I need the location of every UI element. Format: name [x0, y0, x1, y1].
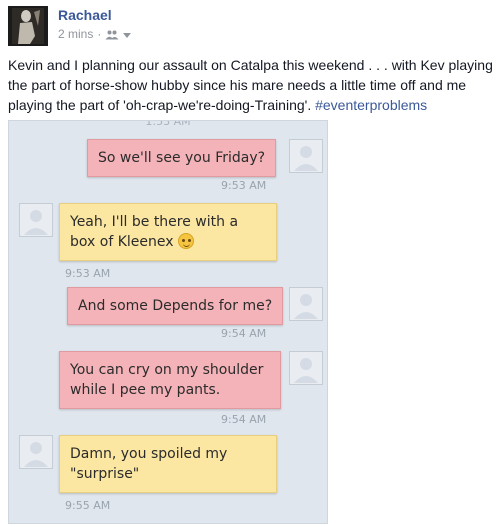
cut-off-timestamp: 1:53 AM: [145, 120, 191, 128]
message-text: So we'll see you Friday?: [98, 150, 266, 166]
message-text: And some Depends for me?: [78, 298, 273, 314]
author-avatar[interactable]: [8, 6, 48, 46]
post-body: Kevin and I planning our assault on Cata…: [8, 55, 496, 115]
message-bubble-outgoing: So we'll see you Friday?: [87, 139, 277, 177]
message-bubble-outgoing: And some Depends for me?: [67, 287, 284, 325]
hashtag-link[interactable]: #eventerproblems: [315, 97, 427, 113]
message-text: Yeah, I'll be there with a box of Kleene…: [70, 214, 239, 250]
contact-avatar-icon: [289, 351, 323, 385]
message-time: 9:55 AM: [65, 499, 111, 512]
message-bubble-outgoing: You can cry on my shoulder while I pee m…: [59, 351, 281, 409]
message-time: 9:53 AM: [65, 267, 111, 280]
message-time: 9:54 AM: [221, 327, 267, 340]
chevron-down-icon[interactable]: [123, 32, 132, 38]
post-meta: 2 mins ·: [58, 27, 132, 41]
message-text: Damn, you spoiled my "surprise": [70, 446, 228, 482]
author-name[interactable]: Rachael: [58, 7, 112, 23]
message-time: 9:54 AM: [221, 413, 267, 426]
meta-separator: ·: [97, 27, 102, 41]
contact-avatar-icon: [19, 203, 53, 237]
post-header: Rachael 2 mins ·: [8, 6, 492, 46]
message-bubble-incoming: Damn, you spoiled my "surprise": [59, 435, 277, 493]
contact-avatar-icon: [19, 435, 53, 469]
message-text: You can cry on my shoulder while I pee m…: [70, 362, 264, 398]
friends-icon[interactable]: [105, 29, 119, 40]
post-time[interactable]: 2 mins: [58, 27, 93, 41]
contact-avatar-icon: [289, 287, 323, 321]
sms-screenshot-photo[interactable]: 1:53 AM So we'll see you Friday? 9:53 AM…: [8, 120, 328, 524]
message-bubble-incoming: Yeah, I'll be there with a box of Kleene…: [59, 203, 277, 261]
message-time: 9:53 AM: [221, 179, 267, 192]
crying-face-emoji: [177, 233, 194, 249]
contact-avatar-icon: [289, 139, 323, 173]
